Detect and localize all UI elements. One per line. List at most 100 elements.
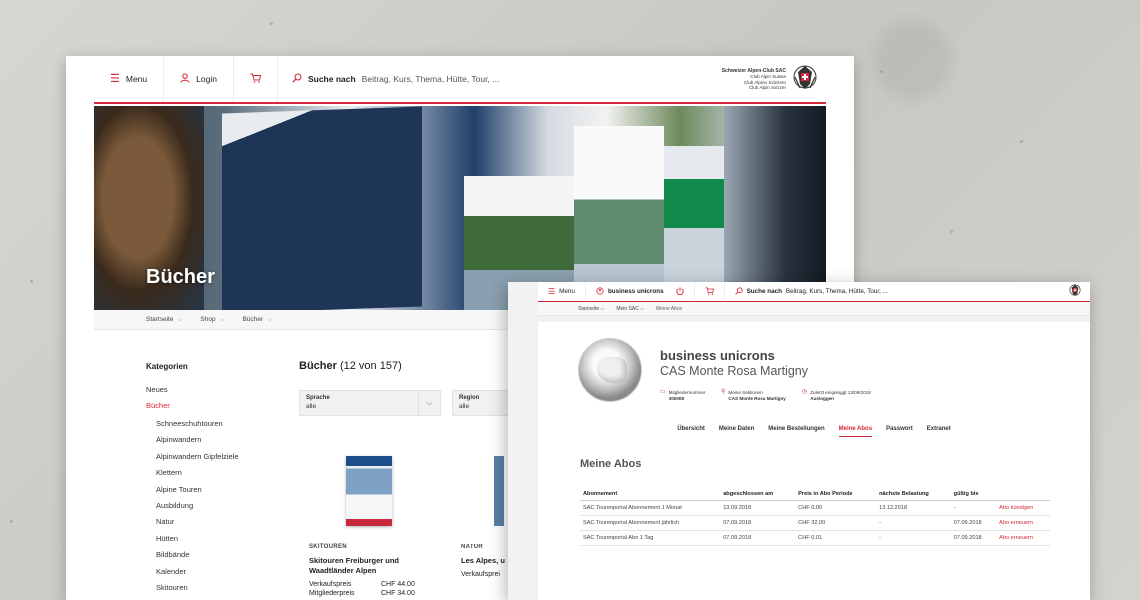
breadcrumb-item[interactable]: Bücher ⌵	[243, 316, 273, 324]
cancel-abo-link[interactable]: Abo kündigen	[996, 500, 1050, 516]
renew-abo-link[interactable]: Abo erneuern	[996, 515, 1050, 531]
price-row: Verkaufspreis CHF 44.00	[309, 581, 429, 588]
column-header: abgeschlossen am	[720, 488, 796, 501]
breadcrumb-item[interactable]: Shop ⌵	[200, 316, 224, 324]
filter-value: alle	[306, 403, 317, 410]
avatar	[578, 338, 642, 402]
subcategory-item[interactable]: Klettern	[156, 465, 239, 481]
logout-icon[interactable]	[675, 286, 684, 297]
categories-title: Kategorien	[146, 362, 188, 371]
category-item[interactable]: Neues	[146, 382, 170, 398]
search-input[interactable]: Suche nach Beitrag, Kurs, Thema, Hütte, …	[278, 73, 722, 85]
hero-book-poster	[222, 106, 422, 310]
profile-card: business unicrons CAS Monte Rosa Martign…	[538, 322, 1090, 442]
sac-brand[interactable]: Schweizer Alpen-Club SAC Club Alpin Suis…	[722, 62, 826, 96]
location-pin-icon: ⚲	[721, 389, 726, 395]
subcategory-item[interactable]: Schneeschuhtouren	[156, 416, 239, 432]
breadcrumb-item[interactable]: Startseite ⌵	[146, 316, 182, 324]
subcategory-item[interactable]: Natur	[156, 514, 239, 530]
background-speck	[880, 70, 883, 73]
subcategory-item[interactable]: Kalender	[156, 564, 239, 580]
subcategory-item[interactable]: Ausbildung	[156, 498, 239, 514]
table-row: SAC Tourenportal Abonnement jährlich 07.…	[580, 515, 1050, 531]
login-info: ◷ Zuletzt eingeloggt 13/09/2018 Auslogge…	[802, 389, 871, 401]
user-icon	[180, 72, 190, 86]
subcategory-list: Schneeschuhtouren Alpinwandern Alpinwand…	[156, 416, 239, 596]
language-filter-select[interactable]: Sprache alle ⌵	[299, 390, 441, 416]
table-cell: 07.09.2018	[950, 515, 997, 531]
book-card[interactable]: NATUR Les Alpes, u Verkaufsprei	[461, 544, 507, 578]
login-button[interactable]: Login	[164, 56, 234, 102]
member-number-label: Mitgliedernummer	[668, 390, 706, 395]
price-label: Verkaufsprei	[461, 571, 500, 578]
tab-extranet[interactable]: Extranet	[927, 426, 951, 437]
renew-abo-link[interactable]: Abo erneuern	[996, 530, 1050, 546]
cart-icon	[705, 286, 714, 297]
tab-my-data[interactable]: Meine Daten	[719, 426, 754, 437]
unicorn-image	[597, 357, 627, 383]
search-placeholder: Beitrag, Kurs, Thema, Hütte, Tour, ...	[361, 74, 500, 84]
table-cell: SAC Tourenportal Abonnement 1 Monat	[580, 500, 721, 516]
profile-name: business unicrons	[660, 348, 775, 363]
cart-button[interactable]	[234, 56, 278, 102]
chevron-down-icon: ⌵	[418, 391, 440, 415]
subcategory-item[interactable]: Alpinwandern Gipfelziele	[156, 449, 239, 465]
user-menu-button[interactable]: business unicrons	[586, 282, 695, 301]
logout-link[interactable]: Ausloggen	[810, 396, 834, 401]
price-value: CHF 44.00	[381, 581, 415, 588]
tab-overview[interactable]: Übersicht	[677, 426, 705, 437]
user-icon	[596, 286, 604, 297]
abos-table: Abonnement abgeschlossen am Preis in Abo…	[580, 488, 1050, 546]
tab-my-abos[interactable]: Meine Abos	[838, 426, 873, 437]
id-card-icon: ▭	[660, 389, 666, 395]
tab-my-orders[interactable]: Meine Bestellungen	[768, 426, 824, 437]
books-title: Bücher	[299, 360, 337, 372]
menu-button[interactable]: ☰ Menu	[94, 56, 165, 102]
hamburger-icon: ☰	[110, 72, 120, 85]
book-cover-image[interactable]	[346, 456, 392, 526]
member-number-value: 300008	[668, 395, 685, 401]
book-title: Les Alpes, u	[461, 556, 505, 565]
book-card[interactable]: SKITOUREN Skitouren Freiburger und Waadt…	[309, 544, 429, 597]
brand-line: Club Alpin Suisse	[750, 74, 786, 80]
background-speck	[950, 230, 953, 233]
subcategory-item[interactable]: Alpine Touren	[156, 482, 239, 498]
breadcrumb-current: Meine Abos	[656, 305, 683, 312]
subcategory-item[interactable]: Bildbände	[156, 547, 239, 563]
table-cell: CHF 0.00	[795, 500, 877, 516]
abos-title: Meine Abos	[580, 458, 642, 470]
brand-line: Club Alpin Svizzer	[748, 84, 786, 90]
sac-logo-icon[interactable]	[1068, 283, 1090, 301]
books-count: (12 von 157)	[339, 360, 402, 372]
subcategory-item[interactable]: Hütten	[156, 531, 239, 547]
table-cell: CHF 0.01	[795, 530, 877, 546]
table-row: SAC Tourenportal Abo 1 Tag 07.09.2018 CH…	[580, 530, 1050, 546]
abos-section: Meine Abos Abonnement abgeschlossen am P…	[538, 442, 1090, 600]
menu-button[interactable]: ☰ Menu	[538, 282, 586, 301]
table-cell: -	[876, 515, 951, 531]
cart-button[interactable]	[695, 282, 725, 301]
top-header: ☰ Menu Login Suche nach Beitrag, Kurs, T…	[94, 56, 826, 104]
background-speck	[30, 280, 33, 283]
book-cover-image[interactable]	[494, 456, 504, 526]
category-item-active[interactable]: Bücher	[146, 398, 170, 414]
member-number-info: ▭ Mitgliedernummer 300008	[660, 389, 706, 401]
tab-password[interactable]: Passwort	[886, 426, 913, 437]
chevron-down-icon: ⌵	[640, 305, 645, 312]
cart-icon	[250, 73, 262, 86]
search-input[interactable]: Suche nach Beitrag, Kurs, Thema, Hütte, …	[725, 286, 1068, 297]
column-header: Abonnement	[580, 488, 721, 501]
breadcrumb-item[interactable]: Startseite ⌵	[578, 306, 604, 312]
table-header-row: Abonnement abgeschlossen am Preis in Abo…	[580, 488, 1050, 501]
subcategory-item[interactable]: Alpinwandern	[156, 432, 239, 448]
menu-label: Menu	[559, 288, 575, 295]
book-title: Skitouren Freiburger und Waadtländer Alp…	[309, 556, 400, 575]
region-filter-select[interactable]: Region alle	[452, 390, 512, 416]
subcategory-item[interactable]: Skitouren	[156, 580, 239, 596]
chevron-down-icon: ⌵	[177, 315, 183, 323]
table-row: SAC Tourenportal Abonnement 1 Monat 13.0…	[580, 500, 1050, 516]
section-info-label: Meine Sektionen	[728, 390, 763, 395]
brand-line: Schweizer Alpen-Club SAC	[721, 67, 786, 74]
breadcrumb-item[interactable]: Mein SAC ⌵	[616, 306, 644, 312]
menu-label: Menu	[125, 74, 148, 84]
